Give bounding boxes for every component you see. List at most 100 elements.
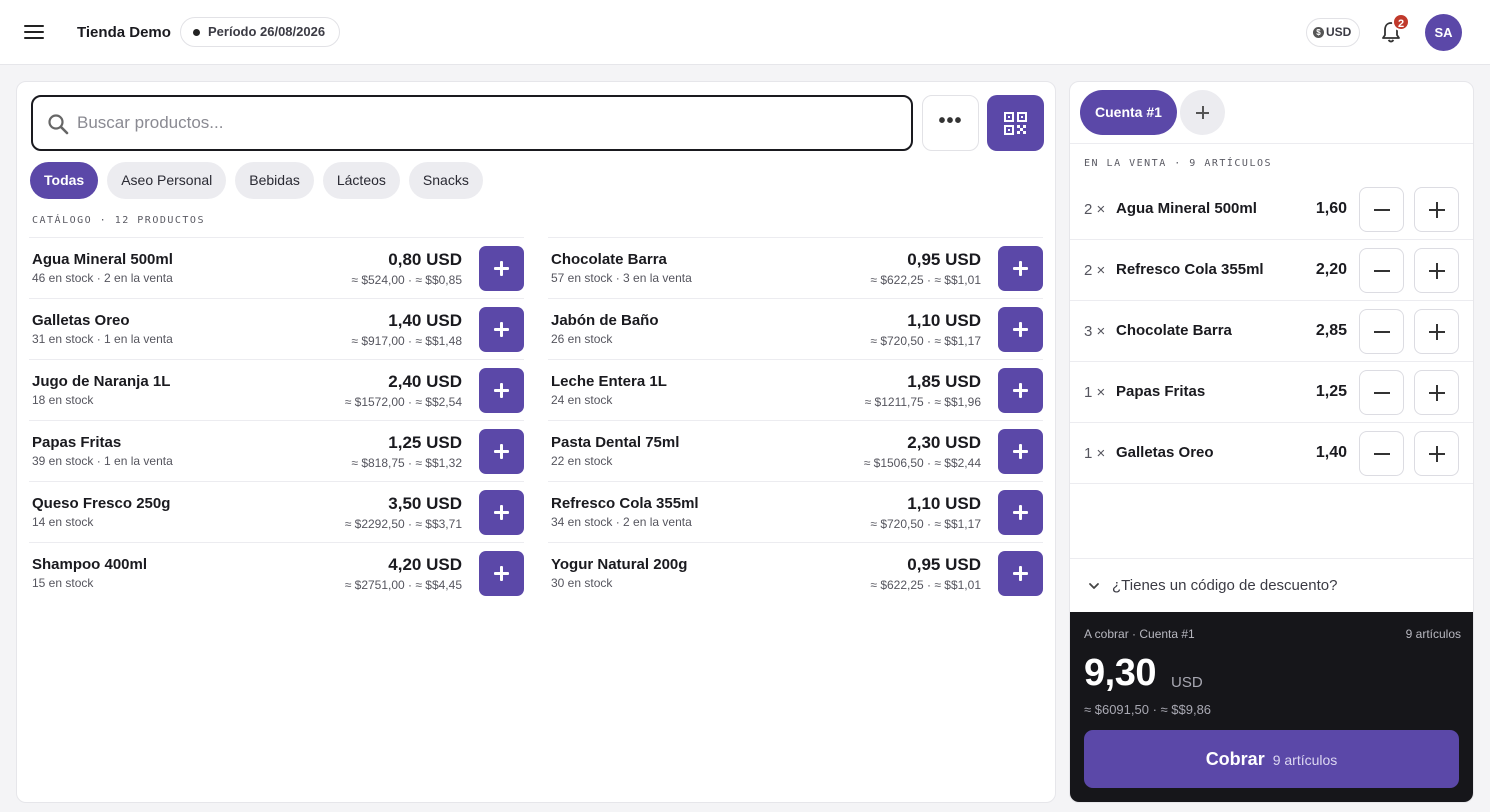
decrease-qty-button[interactable] bbox=[1359, 431, 1404, 476]
product-row[interactable]: Shampoo 400ml 15 en stock 4,20 USD ≈ $27… bbox=[29, 542, 524, 603]
cart-item: 3 × Chocolate Barra 2,85 bbox=[1070, 301, 1473, 362]
product-stock: 46 en stock · 2 en la venta bbox=[32, 271, 173, 285]
currency-selector[interactable]: $ USD bbox=[1306, 18, 1360, 47]
product-row[interactable]: Chocolate Barra 57 en stock · 3 en la ve… bbox=[548, 237, 1043, 298]
sale-section-label: EN LA VENTA · 9 ARTÍCULOS bbox=[1084, 158, 1273, 169]
product-conversions: ≈ $622,25 · ≈ $$1,01 bbox=[870, 578, 981, 592]
product-name: Shampoo 400ml bbox=[32, 556, 148, 573]
checkout-conversions: ≈ $6091,50 · ≈ $$9,86 bbox=[1084, 702, 1212, 717]
product-stock: 22 en stock bbox=[551, 454, 613, 468]
qr-scan-button[interactable] bbox=[987, 95, 1044, 151]
add-to-cart-button[interactable] bbox=[479, 551, 524, 596]
product-row[interactable]: Pasta Dental 75ml 22 en stock 2,30 USD ≈… bbox=[548, 420, 1043, 481]
charge-button[interactable]: Cobrar 9 artículos bbox=[1084, 730, 1459, 788]
product-conversions: ≈ $2292,50 · ≈ $$3,71 bbox=[344, 517, 462, 531]
product-stock: 14 en stock bbox=[32, 515, 94, 529]
category-chip-bebidas[interactable]: Bebidas bbox=[235, 162, 314, 199]
product-row[interactable]: Agua Mineral 500ml 46 en stock · 2 en la… bbox=[29, 237, 524, 298]
category-filters: Todas Aseo Personal Bebidas Lácteos Snac… bbox=[30, 162, 483, 199]
decrease-qty-button[interactable] bbox=[1359, 187, 1404, 232]
add-account-button[interactable] bbox=[1180, 90, 1225, 135]
add-to-cart-button[interactable] bbox=[479, 368, 524, 413]
add-to-cart-button[interactable] bbox=[998, 429, 1043, 474]
add-to-cart-button[interactable] bbox=[998, 307, 1043, 352]
coin-icon: $ bbox=[1313, 27, 1324, 38]
product-conversions: ≈ $720,50 · ≈ $$1,17 bbox=[870, 334, 981, 348]
add-to-cart-button[interactable] bbox=[998, 490, 1043, 535]
category-chip-lacteos[interactable]: Lácteos bbox=[322, 162, 400, 199]
decrease-qty-button[interactable] bbox=[1359, 309, 1404, 354]
product-stock: 15 en stock bbox=[32, 576, 94, 590]
catalog-section-label: CATÁLOGO · 12 PRODUCTOS bbox=[32, 215, 205, 226]
add-to-cart-button[interactable] bbox=[998, 551, 1043, 596]
product-price: 1,85 USD bbox=[907, 372, 981, 391]
cart-item: 1 × Papas Fritas 1,25 bbox=[1070, 362, 1473, 423]
checkout-currency: USD bbox=[1171, 674, 1203, 691]
discount-toggle[interactable]: ¿Tienes un código de descuento? bbox=[1070, 558, 1473, 612]
product-row[interactable]: Galletas Oreo 31 en stock · 1 en la vent… bbox=[29, 298, 524, 359]
charge-button-label: Cobrar bbox=[1205, 749, 1265, 769]
product-row[interactable]: Papas Fritas 39 en stock · 1 en la venta… bbox=[29, 420, 524, 481]
product-name: Jabón de Baño bbox=[551, 312, 659, 329]
product-conversions: ≈ $720,50 · ≈ $$1,17 bbox=[870, 517, 981, 531]
period-label: Período 26/08/2026 bbox=[208, 24, 326, 39]
cart-item-name: Papas Fritas bbox=[1116, 383, 1206, 400]
menu-icon[interactable] bbox=[22, 20, 46, 44]
cart-item-qty: 2 × bbox=[1084, 201, 1106, 218]
increase-qty-button[interactable] bbox=[1414, 187, 1459, 232]
checkout-item-count: 9 artículos bbox=[1405, 627, 1461, 641]
product-price: 1,25 USD bbox=[388, 433, 462, 452]
category-chip-aseo-personal[interactable]: Aseo Personal bbox=[107, 162, 227, 199]
product-row[interactable]: Refresco Cola 355ml 34 en stock · 2 en l… bbox=[548, 481, 1043, 542]
chevron-down-icon bbox=[1089, 583, 1099, 589]
product-row[interactable]: Yogur Natural 200g 30 en stock 0,95 USD … bbox=[548, 542, 1043, 603]
product-price: 3,50 USD bbox=[388, 494, 462, 513]
product-row[interactable]: Jabón de Baño 26 en stock 1,10 USD ≈ $72… bbox=[548, 298, 1043, 359]
product-row[interactable]: Leche Entera 1L 24 en stock 1,85 USD ≈ $… bbox=[548, 359, 1043, 420]
search-box bbox=[31, 95, 913, 151]
product-conversions: ≈ $1572,00 · ≈ $$2,54 bbox=[344, 395, 462, 409]
product-price: 1,40 USD bbox=[388, 311, 462, 330]
add-to-cart-button[interactable] bbox=[479, 246, 524, 291]
decrease-qty-button[interactable] bbox=[1359, 248, 1404, 293]
product-stock: 34 en stock · 2 en la venta bbox=[551, 515, 692, 529]
add-to-cart-button[interactable] bbox=[998, 368, 1043, 413]
cart-item-name: Galletas Oreo bbox=[1116, 444, 1214, 461]
checkout-total: 9,30 bbox=[1084, 652, 1156, 694]
cart-item-name: Agua Mineral 500ml bbox=[1116, 200, 1257, 217]
decrease-qty-button[interactable] bbox=[1359, 370, 1404, 415]
product-price: 2,40 USD bbox=[388, 372, 462, 391]
cart-item-amount: 1,40 bbox=[1315, 444, 1347, 461]
category-chip-todas[interactable]: Todas bbox=[30, 162, 99, 199]
product-row[interactable]: Jugo de Naranja 1L 18 en stock 2,40 USD … bbox=[29, 359, 524, 420]
product-row[interactable]: Queso Fresco 250g 14 en stock 3,50 USD ≈… bbox=[29, 481, 524, 542]
search-input[interactable] bbox=[77, 105, 897, 141]
add-to-cart-button[interactable] bbox=[998, 246, 1043, 291]
product-price: 0,95 USD bbox=[907, 250, 981, 269]
qr-code-icon bbox=[1004, 112, 1027, 135]
cart-item-name: Chocolate Barra bbox=[1116, 322, 1232, 339]
product-stock: 31 en stock · 1 en la venta bbox=[32, 332, 173, 346]
increase-qty-button[interactable] bbox=[1414, 309, 1459, 354]
product-conversions: ≈ $818,75 · ≈ $$1,32 bbox=[351, 456, 462, 470]
add-to-cart-button[interactable] bbox=[479, 307, 524, 352]
increase-qty-button[interactable] bbox=[1414, 370, 1459, 415]
cart-list: 2 × Agua Mineral 500ml 1,60 2 × Refresco… bbox=[1070, 179, 1473, 484]
product-stock: 18 en stock bbox=[32, 393, 94, 407]
add-to-cart-button[interactable] bbox=[479, 429, 524, 474]
period-pill[interactable]: Período 26/08/2026 bbox=[180, 17, 341, 47]
cart-item-amount: 1,60 bbox=[1315, 200, 1347, 217]
product-conversions: ≈ $2751,00 · ≈ $$4,45 bbox=[344, 578, 462, 592]
increase-qty-button[interactable] bbox=[1414, 248, 1459, 293]
add-to-cart-button[interactable] bbox=[479, 490, 524, 535]
catalog-panel: ••• Todas Aseo Personal Bebidas Lácteos … bbox=[16, 81, 1056, 803]
avatar[interactable]: SA bbox=[1425, 14, 1462, 51]
category-chip-snacks[interactable]: Snacks bbox=[408, 162, 483, 199]
tab-account-1[interactable]: Cuenta #1 bbox=[1080, 90, 1177, 135]
product-conversions: ≈ $524,00 · ≈ $$0,85 bbox=[351, 273, 462, 287]
increase-qty-button[interactable] bbox=[1414, 431, 1459, 476]
checkout-label: A cobrar · Cuenta #1 bbox=[1084, 627, 1195, 641]
more-options-button[interactable]: ••• bbox=[922, 95, 979, 151]
product-stock: 24 en stock bbox=[551, 393, 613, 407]
product-price: 0,95 USD bbox=[907, 555, 981, 574]
